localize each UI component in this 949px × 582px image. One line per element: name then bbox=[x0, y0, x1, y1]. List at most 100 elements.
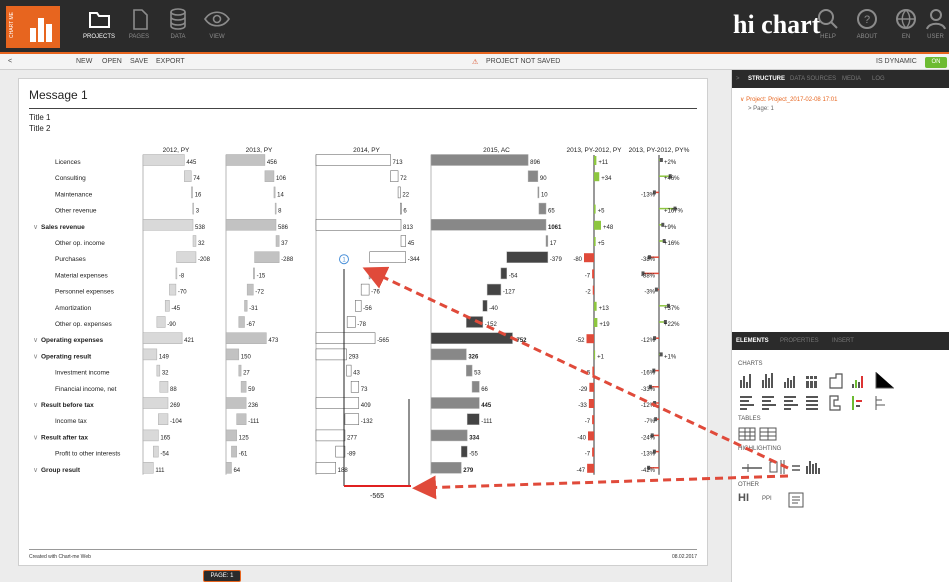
top-toolbar: CHART ME PROJECTS PAGES DATA VIEW hi cha… bbox=[0, 0, 949, 52]
delta-pct-label: +1% bbox=[664, 354, 677, 360]
menu-export[interactable]: EXPORT bbox=[156, 58, 185, 65]
tab-log[interactable]: LOG bbox=[872, 76, 885, 82]
hi-logo-element[interactable]: HI bbox=[738, 492, 749, 504]
waterfall-bar bbox=[192, 202, 194, 215]
warning-icon: ⚠ bbox=[472, 59, 479, 66]
footer-date: 08.02.2017 bbox=[671, 554, 697, 560]
svg-text:?: ? bbox=[864, 14, 870, 26]
tool-label: PROJECTS bbox=[82, 34, 115, 40]
waterfall-bar bbox=[264, 170, 275, 182]
delta-abs-bar bbox=[594, 156, 597, 165]
tool-label: EN bbox=[901, 34, 911, 40]
tab-insert[interactable]: INSERT bbox=[832, 338, 854, 344]
waterfall-bar bbox=[315, 154, 391, 166]
bar-value-label: -132 bbox=[361, 419, 374, 425]
series-header: 2015, AC bbox=[483, 147, 510, 154]
about-tool-button[interactable]: ? ABOUT bbox=[847, 6, 887, 48]
bar-value-label: 59 bbox=[248, 387, 255, 393]
waterfall-bar bbox=[537, 186, 540, 199]
menu-new[interactable]: NEW bbox=[76, 58, 92, 65]
chart-types-palette[interactable] bbox=[738, 370, 908, 412]
bar-value-label: 111 bbox=[155, 468, 165, 474]
project-not-saved-status: PROJECT NOT SAVED bbox=[486, 58, 561, 65]
bar-value-label: -78 bbox=[357, 322, 366, 328]
tool-label: ABOUT bbox=[856, 34, 878, 40]
user-tool-button[interactable]: USER bbox=[922, 6, 949, 48]
tab-structure[interactable]: STRUCTURE bbox=[748, 76, 785, 82]
tool-label: PAGES bbox=[128, 34, 150, 40]
bar-value-label: -111 bbox=[248, 419, 260, 425]
waterfall-bar bbox=[176, 251, 197, 263]
menu-save[interactable]: SAVE bbox=[130, 58, 148, 65]
tab-elements[interactable]: ELEMENTS bbox=[736, 338, 769, 344]
user-icon bbox=[922, 6, 949, 34]
highlighting-palette[interactable] bbox=[738, 456, 838, 480]
delta-pct-label: -13% bbox=[641, 192, 656, 198]
waterfall-bar bbox=[315, 332, 376, 344]
bar-value-label: -61 bbox=[239, 452, 248, 458]
tab-media[interactable]: MEDIA bbox=[842, 76, 861, 82]
bar-value-label: -288 bbox=[281, 257, 294, 263]
delta-pct-label: +167% bbox=[664, 209, 684, 215]
page-indicator-button[interactable]: PAGE: 1 bbox=[203, 570, 241, 582]
row-label: Group result bbox=[41, 467, 81, 474]
report-page: Message 1 Title 1 Title 2 Licences Consul… bbox=[18, 78, 708, 566]
delta-pct-label: -24% bbox=[641, 435, 656, 441]
bar-value-label: -6 bbox=[372, 273, 378, 279]
tool-label: DATA bbox=[170, 34, 186, 40]
back-button[interactable]: < bbox=[8, 58, 12, 65]
help-tool-button[interactable]: HELP bbox=[808, 6, 848, 48]
section-charts-label: CHARTS bbox=[738, 361, 763, 367]
bar-value-label: -208 bbox=[198, 257, 211, 263]
delta-abs-label: +19 bbox=[599, 322, 610, 328]
delta-abs-label: -2 bbox=[585, 290, 591, 296]
delta-abs-label: -5 bbox=[585, 371, 591, 377]
bar-value-label: 445 bbox=[186, 160, 197, 166]
waterfall-bar bbox=[240, 381, 247, 393]
view-tool-button[interactable]: VIEW bbox=[194, 6, 240, 48]
row-expand-icon: ∨ bbox=[33, 402, 38, 409]
waterfall-bar bbox=[500, 267, 508, 280]
row-expand-icon: ∨ bbox=[33, 353, 38, 360]
bar-value-label: 32 bbox=[198, 241, 205, 247]
tab-data-sources[interactable]: DATA SOURCES bbox=[790, 76, 836, 82]
waterfall-bar bbox=[274, 202, 277, 215]
bar-value-label: 188 bbox=[338, 468, 349, 474]
collapse-icon[interactable]: > bbox=[736, 76, 740, 82]
waterfall-bar bbox=[225, 332, 267, 344]
table-types-palette[interactable] bbox=[738, 426, 782, 442]
waterfall-bar bbox=[315, 462, 336, 474]
tab-properties[interactable]: PROPERTIES bbox=[780, 338, 819, 344]
waterfall-bar bbox=[430, 332, 513, 344]
delta-pct-pin-head bbox=[659, 158, 663, 162]
waterfall-bar bbox=[466, 413, 480, 425]
language-tool-button[interactable]: EN bbox=[886, 6, 926, 48]
bar-value-label: 10 bbox=[541, 192, 548, 198]
delta-abs-bar bbox=[592, 447, 594, 457]
waterfall-bar bbox=[430, 462, 462, 474]
delta-abs-bar bbox=[592, 285, 594, 295]
bar-value-label: 586 bbox=[278, 225, 289, 231]
bar-value-label: 269 bbox=[170, 403, 181, 409]
delta-abs-label: -7 bbox=[585, 419, 591, 425]
ppi-element[interactable]: PPI bbox=[762, 496, 772, 502]
bar-value-label: 538 bbox=[195, 225, 206, 231]
delta-abs-label: +5 bbox=[598, 209, 606, 215]
tree-project-node[interactable]: ∨ Project: Project_2017-02-08 17:01 bbox=[740, 96, 837, 103]
waterfall-bar bbox=[246, 283, 254, 296]
bar-value-label: 45 bbox=[408, 241, 415, 247]
tree-page-node[interactable]: > Page: 1 bbox=[748, 106, 774, 112]
waterfall-bar bbox=[360, 283, 370, 296]
chart-me-logo[interactable]: CHART ME bbox=[6, 6, 60, 48]
row-label: Licences bbox=[55, 159, 81, 166]
text-box-icon[interactable] bbox=[788, 492, 804, 508]
delta-abs-label: +13 bbox=[599, 306, 610, 312]
delta-pct-label: +37% bbox=[664, 306, 680, 312]
income-statement-chart[interactable]: Licences Consulting Maintenance Other reven… bbox=[19, 79, 709, 509]
is-dynamic-toggle[interactable]: ON bbox=[925, 57, 947, 68]
row-expand-icon: ∨ bbox=[33, 224, 38, 231]
bar-value-label: 236 bbox=[248, 403, 259, 409]
bar-value-label: 65 bbox=[548, 209, 555, 215]
waterfall-bar bbox=[158, 413, 169, 425]
menu-open[interactable]: OPEN bbox=[102, 58, 122, 65]
